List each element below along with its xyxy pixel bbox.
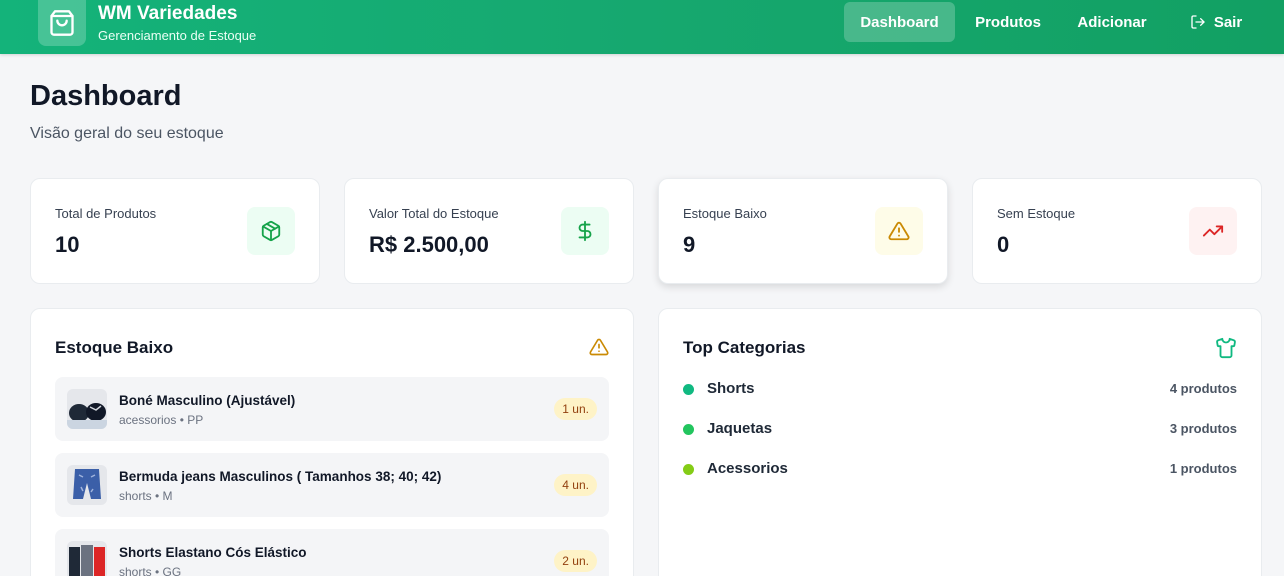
category-row: Jaquetas 3 produtos: [683, 417, 1237, 441]
brand-title[interactable]: WM Variedades: [98, 3, 237, 25]
nav-dashboard-label: Dashboard: [860, 13, 939, 31]
category-name: Acessorios: [707, 460, 788, 477]
page-subtitle: Visão geral do seu estoque: [30, 125, 224, 142]
list-item[interactable]: Shorts Elastano Cós Elástico shorts • GG…: [55, 529, 609, 576]
category-dot: [683, 424, 694, 435]
product-thumbnail: [67, 465, 107, 505]
category-count: 3 produtos: [1169, 421, 1237, 436]
nav-adicionar-label: Adicionar: [1077, 13, 1147, 31]
nav-adicionar[interactable]: Adicionar: [1062, 2, 1162, 42]
nav-sair[interactable]: Sair: [1176, 2, 1256, 42]
product-name: Boné Masculino (Ajustável): [119, 393, 296, 408]
category-row: Acessorios 1 produtos: [683, 457, 1237, 481]
top-categories-panel: Top Categorias Shorts 4 produtos Jaqueta…: [658, 308, 1262, 576]
stat-value: R$ 2.500,00: [369, 232, 489, 257]
stat-label: Estoque Baixo: [683, 206, 767, 221]
warning-icon: [589, 337, 609, 362]
stat-card-sem-estoque: Sem Estoque 0: [972, 178, 1262, 284]
nav-sair-label: Sair: [1213, 13, 1243, 31]
page-title: Dashboard: [30, 80, 182, 112]
category-dot: [683, 384, 694, 395]
nav-produtos[interactable]: Produtos: [962, 2, 1054, 42]
list-item[interactable]: Boné Masculino (Ajustável) acessorios • …: [55, 377, 609, 441]
stat-value: 9: [683, 232, 696, 257]
nav-produtos-label: Produtos: [975, 13, 1041, 31]
category-name: Shorts: [707, 380, 755, 397]
product-thumbnail: [67, 389, 107, 429]
top-navbar: WM Variedades Gerenciamento de Estoque D…: [0, 0, 1284, 54]
logout-icon: [1191, 15, 1205, 29]
low-stock-title: Estoque Baixo: [55, 338, 174, 357]
low-stock-panel: Estoque Baixo Boné Masculino (Ajustável)…: [30, 308, 634, 576]
product-meta: shorts • GG: [119, 565, 182, 576]
category-count: 1 produtos: [1169, 461, 1237, 476]
stat-value: 10: [55, 232, 80, 257]
category-name: Jaquetas: [707, 420, 773, 437]
quantity-badge: 4 un.: [554, 474, 597, 496]
package-icon: [247, 207, 295, 255]
product-meta: acessorios • PP: [119, 413, 204, 427]
stat-label: Total de Produtos: [55, 206, 157, 221]
stat-value: 0: [997, 232, 1010, 257]
stat-card-total-produtos: Total de Produtos 10: [30, 178, 320, 284]
nav-dashboard[interactable]: Dashboard: [844, 2, 955, 42]
dollar-icon: [561, 207, 609, 255]
stat-label: Valor Total do Estoque: [369, 206, 499, 221]
category-count: 4 produtos: [1169, 381, 1237, 396]
brand-subtitle: Gerenciamento de Estoque: [98, 28, 257, 43]
quantity-badge: 1 un.: [554, 398, 597, 420]
product-meta: shorts • M: [119, 489, 173, 503]
stat-label: Sem Estoque: [997, 206, 1076, 221]
list-item[interactable]: Bermuda jeans Masculinos ( Tamanhos 38; …: [55, 453, 609, 517]
category-row: Shorts 4 produtos: [683, 377, 1237, 401]
category-dot: [683, 464, 694, 475]
product-thumbnail: [67, 541, 107, 576]
shopping-bag-icon[interactable]: [38, 0, 86, 46]
quantity-badge: 2 un.: [554, 550, 597, 572]
product-name: Bermuda jeans Masculinos ( Tamanhos 38; …: [119, 469, 442, 484]
stat-card-valor-total: Valor Total do Estoque R$ 2.500,00: [344, 178, 634, 284]
stat-card-estoque-baixo[interactable]: Estoque Baixo 9: [658, 178, 948, 284]
trending-icon: [1189, 207, 1237, 255]
product-name: Shorts Elastano Cós Elástico: [119, 545, 307, 560]
shirt-icon: [1215, 337, 1237, 364]
warning-icon: [875, 207, 923, 255]
top-categories-title: Top Categorias: [683, 338, 806, 357]
